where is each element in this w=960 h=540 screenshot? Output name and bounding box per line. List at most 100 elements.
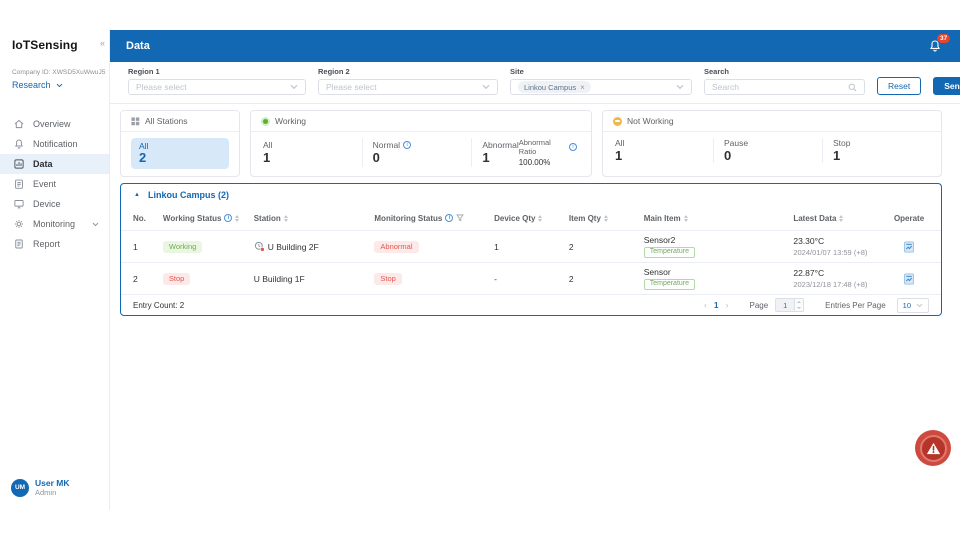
avatar: UM [11, 479, 29, 497]
sidebar-item-device[interactable]: Device [0, 194, 109, 214]
group-header[interactable]: ▲ Linkou Campus (2) [121, 184, 941, 206]
temperature-tag: Temperature [644, 247, 695, 258]
entries-per-page-select[interactable]: 10 [897, 298, 929, 313]
col-latest-data[interactable]: Latest Data [793, 214, 889, 223]
event-icon [13, 178, 25, 190]
next-page-button[interactable]: › [725, 300, 728, 310]
sidebar-item-data[interactable]: Data [0, 154, 109, 174]
operate-report-button[interactable] [903, 273, 915, 285]
col-main-item[interactable]: Main Item [644, 214, 794, 223]
stat-value: 2 [139, 151, 221, 165]
table-header-row: No. Working Statusi Station Monitoring S… [121, 206, 941, 230]
cell-device-qty: 1 [494, 242, 569, 252]
filter-funnel-icon[interactable] [456, 214, 464, 222]
working-abnormal-stat[interactable]: Abnormal 1 [482, 140, 518, 165]
region1-select[interactable]: Please select [128, 79, 306, 95]
not-working-card: Not Working All 1 Pause 0 [602, 110, 942, 177]
stat-label: Abnormal [482, 140, 518, 150]
info-icon[interactable]: i [569, 143, 577, 151]
working-card: Working All 1 Normali 0 [250, 110, 592, 177]
user-profile[interactable]: UM User MK Admin [11, 478, 69, 497]
page-input-value: 1 [776, 299, 794, 311]
sidebar-nav: Overview Notification Data Event Device [0, 114, 109, 254]
emergency-alarm-fab[interactable] [915, 430, 951, 466]
working-normal-stat[interactable]: Normali 0 [373, 140, 411, 165]
region1-placeholder: Please select [136, 82, 187, 92]
all-stations-all-stat[interactable]: All 2 [131, 138, 229, 169]
sidebar-item-notification[interactable]: Notification [0, 134, 109, 154]
stat-label: All [139, 141, 221, 151]
home-icon [13, 118, 25, 130]
station-name[interactable]: U Building 1F [254, 274, 305, 284]
sidebar-item-event[interactable]: Event [0, 174, 109, 194]
collapse-triangle-icon: ▲ [134, 192, 140, 198]
region1-label: Region 1 [128, 67, 306, 76]
sort-icon[interactable] [839, 215, 843, 222]
stat-value: 0 [724, 149, 748, 163]
device-icon [13, 198, 25, 210]
workspace-selector[interactable]: Research [12, 80, 97, 90]
tag-close-icon[interactable]: × [580, 83, 585, 92]
sidebar-item-label: Overview [33, 119, 71, 129]
col-station[interactable]: Station [254, 214, 375, 223]
working-status-icon [261, 117, 270, 126]
not-working-stop-stat[interactable]: Stop 1 [833, 138, 851, 163]
prev-page-button[interactable]: ‹ [704, 300, 707, 310]
working-all-stat[interactable]: All 1 [263, 140, 272, 165]
info-icon[interactable]: i [403, 141, 411, 149]
page-stepper[interactable] [794, 299, 803, 311]
send-button[interactable]: Send [933, 77, 960, 95]
search-icon [848, 83, 857, 92]
report-icon [13, 238, 25, 250]
chevron-down-icon [676, 82, 684, 92]
sidebar-item-monitoring[interactable]: Monitoring [0, 214, 109, 234]
reset-button[interactable]: Reset [877, 77, 921, 95]
sidebar-collapse-icon[interactable]: « [100, 38, 105, 48]
col-no: No. [133, 214, 163, 223]
station-name[interactable]: U Building 2F [268, 242, 319, 252]
not-working-pause-stat[interactable]: Pause 0 [724, 138, 748, 163]
sidebar-item-label: Monitoring [33, 219, 75, 229]
working-status-badge: Working [163, 241, 202, 253]
latest-value: 23.30°C [793, 237, 824, 246]
chevron-down-icon [290, 82, 298, 92]
workspace-label: Research [12, 80, 51, 90]
sort-icon[interactable] [235, 215, 239, 222]
notification-bell-button[interactable]: 37 [928, 38, 944, 54]
sidebar-item-report[interactable]: Report [0, 234, 109, 254]
monitoring-status-badge: Stop [374, 273, 401, 285]
not-working-all-stat[interactable]: All 1 [615, 138, 624, 163]
ratio-value: 100.00% [519, 158, 577, 167]
sort-icon[interactable] [684, 215, 688, 222]
search-input[interactable] [712, 82, 848, 92]
info-icon[interactable]: i [224, 214, 232, 222]
main-area: Data 37 Region 1 Please select Region 2 [110, 30, 960, 510]
sidebar-item-overview[interactable]: Overview [0, 114, 109, 134]
search-box [704, 79, 865, 95]
gear-icon [13, 218, 25, 230]
region2-select[interactable]: Please select [318, 79, 498, 95]
site-select[interactable]: Linkou Campus × [510, 79, 692, 95]
page-number[interactable]: 1 [714, 301, 718, 310]
content-area: All Stations All 2 Working [110, 104, 960, 510]
col-device-qty[interactable]: Device Qty [494, 214, 569, 223]
temperature-tag: Temperature [644, 279, 695, 290]
col-item-qty[interactable]: Item Qty [569, 214, 644, 223]
stat-label: Stop [833, 138, 851, 148]
sort-icon[interactable] [604, 215, 608, 222]
top-header: Data 37 [110, 30, 960, 62]
not-working-status-icon [613, 117, 622, 126]
col-monitoring-status[interactable]: Monitoring Statusi [374, 214, 494, 223]
sort-icon[interactable] [538, 215, 542, 222]
sort-icon[interactable] [284, 215, 288, 222]
info-icon[interactable]: i [445, 214, 453, 222]
stat-label: Pause [724, 138, 748, 148]
cell-no: 1 [133, 242, 163, 252]
station-alarm-icon [254, 241, 265, 252]
user-role: Admin [35, 488, 69, 497]
col-working-status[interactable]: Working Statusi [163, 214, 254, 223]
operate-report-button[interactable] [903, 241, 915, 253]
site-tag[interactable]: Linkou Campus × [518, 81, 591, 93]
page-input[interactable]: 1 [775, 298, 804, 312]
all-stations-title: All Stations [145, 116, 188, 126]
